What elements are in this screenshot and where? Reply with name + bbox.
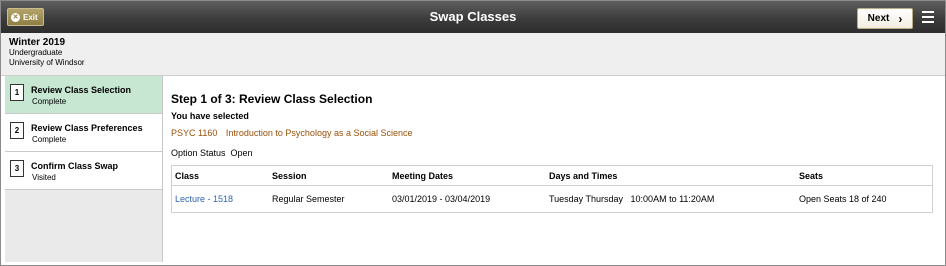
step-number-badge: 1 [10,84,24,101]
column-header-days-times: Days and Times [546,165,796,186]
selected-label: You have selected [171,111,249,121]
step-name: Review Class Preferences [31,123,143,133]
course-title: PSYC 1160 Introduction to Psychology as … [171,128,413,138]
session-cell: Regular Semester [269,185,389,213]
step-heading: Step 1 of 3: Review Class Selection [171,92,373,106]
swap-classes-page: Swap Classes ✕ Exit Next › Winter 2019 U… [0,0,946,266]
step-number-badge: 2 [10,122,24,139]
table-header-row: Class Session Meeting Dates Days and Tim… [171,165,933,186]
step-status: Visited [32,173,56,182]
meeting-dates-cell: 03/01/2019 - 03/04/2019 [389,185,546,213]
step-status: Complete [32,97,67,106]
table-row: Lecture - 1518 Regular Semester 03/01/20… [171,185,933,213]
seats-cell: Open Seats 18 of 240 [796,185,933,213]
step-review-class-selection[interactable]: 1 Review Class Selection Complete [5,76,162,114]
exit-label: Exit [23,12,38,22]
step-name: Review Class Selection [31,85,132,95]
next-label: Next [867,13,890,24]
next-button[interactable]: Next › [857,8,913,29]
career-label: Undergraduate [9,48,63,57]
class-table: Class Session Meeting Dates Days and Tim… [171,165,933,213]
term-label: Winter 2019 [9,37,66,48]
column-header-class: Class [171,165,269,186]
step-status: Complete [32,135,67,144]
course-name: Introduction to Psychology as a Social S… [225,128,413,138]
class-link[interactable]: Lecture - 1518 [175,194,233,204]
step-review-class-preferences[interactable]: 2 Review Class Preferences Complete [5,114,162,152]
page-title: Swap Classes [429,9,517,24]
days-times-cell: Tuesday Thursday 10:00AM to 11:20AM [546,185,796,213]
column-header-meeting-dates: Meeting Dates [389,165,546,186]
institution-label: University of Windsor [9,58,85,67]
chevron-right-icon: › [898,11,903,26]
column-header-session: Session [269,165,389,186]
hamburger-menu-icon[interactable] [922,11,934,23]
term-info: Winter 2019 Undergraduate University of … [1,33,945,76]
step-navigation: 1 Review Class Selection Complete 2 Revi… [5,76,163,262]
step-number-badge: 3 [10,160,24,177]
step-name: Confirm Class Swap [31,161,119,171]
course-code: PSYC 1160 [171,128,218,138]
class-cell: Lecture - 1518 [171,185,269,213]
header-bar: Swap Classes ✕ Exit Next › [1,1,945,33]
exit-button[interactable]: ✕ Exit [7,8,44,26]
close-icon: ✕ [11,12,20,22]
option-status: Option Status Open [171,148,253,158]
step-confirm-class-swap[interactable]: 3 Confirm Class Swap Visited [5,152,162,190]
column-header-seats: Seats [796,165,933,186]
